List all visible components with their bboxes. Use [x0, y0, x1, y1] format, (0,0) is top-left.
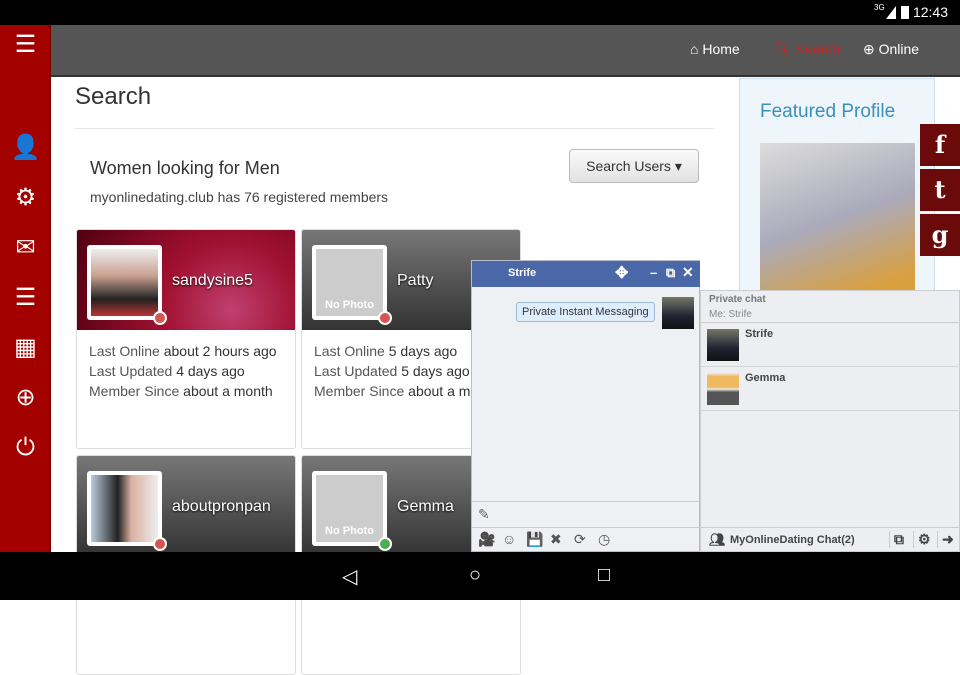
gears-icon[interactable]: ⚙ [0, 180, 51, 216]
user-icon[interactable]: 👤 [0, 130, 51, 166]
nav-online[interactable]: ⊕ Online [863, 41, 919, 58]
nav-search-label: Search [795, 41, 841, 57]
recents-icon[interactable]: □ [598, 564, 610, 587]
save-icon[interactable]: 💾 [526, 531, 543, 548]
status-dot [153, 537, 167, 551]
clear-icon[interactable]: ✖ [550, 531, 562, 548]
chat-room-label[interactable]: MyOnlineDating Chat(2) [730, 534, 855, 546]
avatar[interactable]: No Photo [312, 245, 387, 320]
divider [75, 128, 714, 129]
envelope-icon[interactable]: ✉ [0, 230, 51, 266]
chat-title: Strife [508, 267, 537, 279]
move-icon[interactable]: ✥ [615, 263, 628, 283]
history-icon[interactable]: ◷ [598, 531, 610, 548]
settings-icon[interactable]: ⚙ [913, 531, 931, 548]
page-title: Search [75, 83, 152, 110]
status-dot [378, 311, 392, 325]
nav-online-label: Online [878, 41, 920, 57]
back-icon[interactable]: ◁ [342, 564, 357, 589]
home-circle-icon[interactable]: ○ [469, 564, 481, 587]
buddy-list-title: Private chat [709, 294, 766, 305]
top-header: ⌂ Home 🔍︎ Search ⊕ Online [51, 25, 960, 77]
search-subtitle: Women looking for Men [90, 158, 280, 178]
close-icon[interactable]: ✕ [682, 264, 694, 281]
last-updated: Last Updated 5 days ago [314, 363, 470, 379]
google-icon[interactable]: g [920, 214, 960, 256]
power-icon[interactable]: ⏻ [0, 430, 51, 466]
buddy-list-footer: 👥︎ MyOnlineDating Chat(2) ⧉ ⚙ ➜ [701, 527, 960, 553]
pencil-icon: ✎ [478, 506, 490, 522]
plus-circle-icon[interactable]: ⊕ [0, 380, 51, 416]
featured-profile: Featured Profile [739, 78, 935, 293]
refresh-icon[interactable]: ⟳ [574, 531, 586, 548]
message-input[interactable]: ✎ [472, 501, 700, 527]
popout-icon[interactable]: ⧉ [889, 531, 904, 548]
signal-icon [886, 6, 896, 19]
calendar-icon[interactable]: ▦ [0, 330, 51, 366]
member-name[interactable]: aboutpronpan [172, 498, 271, 516]
popout-icon[interactable]: ⧉ [666, 265, 675, 281]
current-user: Me: Strife [709, 309, 752, 320]
nav-home[interactable]: ⌂ Home [690, 41, 740, 57]
sender-avatar [662, 297, 694, 329]
member-since: Member Since about a month [89, 383, 273, 399]
avatar[interactable] [87, 245, 162, 320]
chat-title-bar[interactable]: Strife ✥ – ⧉ ✕ [472, 261, 700, 287]
network-label: 3G [874, 3, 885, 12]
buddy-item[interactable]: Gemma [701, 367, 960, 411]
member-card[interactable]: sandysine5 Last Online about 2 hours ago… [76, 229, 296, 449]
last-online: Last Online 5 days ago [314, 343, 458, 359]
zoom-in-icon: ⊕ [863, 41, 879, 57]
logout-icon[interactable]: ➜ [937, 531, 954, 548]
member-name[interactable]: sandysine5 [172, 272, 253, 290]
android-nav-bar: ◁ ○ □ [0, 552, 960, 600]
status-dot [153, 311, 167, 325]
nav-search[interactable]: 🔍︎ Search [774, 41, 840, 58]
avatar [707, 373, 739, 405]
buddy-list-header: Private chat Me: Strife [701, 291, 960, 323]
last-online: Last Online about 2 hours ago [89, 343, 277, 359]
twitter-icon[interactable]: t [920, 169, 960, 211]
search-icon: 🔍︎ [774, 41, 796, 57]
search-users-button[interactable]: Search Users ▾ [569, 149, 699, 183]
comments-icon[interactable]: ☰ [0, 280, 51, 316]
member-name[interactable]: Patty [397, 272, 433, 290]
buddy-name: Gemma [745, 372, 786, 384]
chat-window: Strife ✥ – ⧉ ✕ Private Instant Messaging… [471, 260, 700, 552]
buddy-item[interactable]: Strife [701, 323, 960, 367]
status-bar: 3G 12:43 [0, 0, 960, 25]
last-updated: Last Updated 4 days ago [89, 363, 245, 379]
home-icon: ⌂ [690, 41, 703, 57]
avatar [707, 329, 739, 361]
chat-message: Private Instant Messaging [516, 302, 655, 322]
users-icon: 👥︎ [709, 532, 726, 547]
status-dot [378, 537, 392, 551]
webcam-icon[interactable]: 🎥 [478, 531, 495, 548]
clock: 12:43 [912, 4, 948, 20]
minimize-icon[interactable]: – [650, 265, 657, 280]
battery-icon [901, 6, 909, 19]
smiley-icon[interactable]: ☺ [502, 531, 516, 547]
buddy-name: Strife [745, 328, 774, 340]
avatar[interactable]: No Photo [312, 471, 387, 546]
nav-home-label: Home [702, 41, 740, 57]
facebook-icon[interactable]: f [920, 124, 960, 166]
buddy-list: Private chat Me: Strife Strife Gemma 👥︎ … [700, 290, 960, 552]
sidebar: ☰ 👤 ⚙ ✉ ☰ ▦ ⊕ ⏻ [0, 25, 51, 552]
menu-icon[interactable]: ☰ [0, 27, 51, 63]
featured-photo[interactable] [760, 143, 915, 293]
chat-toolbar: 🎥 ☺ 💾 ✖ ⟳ ◷ [472, 527, 700, 552]
featured-title: Featured Profile [760, 101, 896, 122]
avatar[interactable] [87, 471, 162, 546]
member-count: myonlinedating.club has 76 registered me… [90, 189, 389, 205]
member-name[interactable]: Gemma [397, 498, 454, 516]
